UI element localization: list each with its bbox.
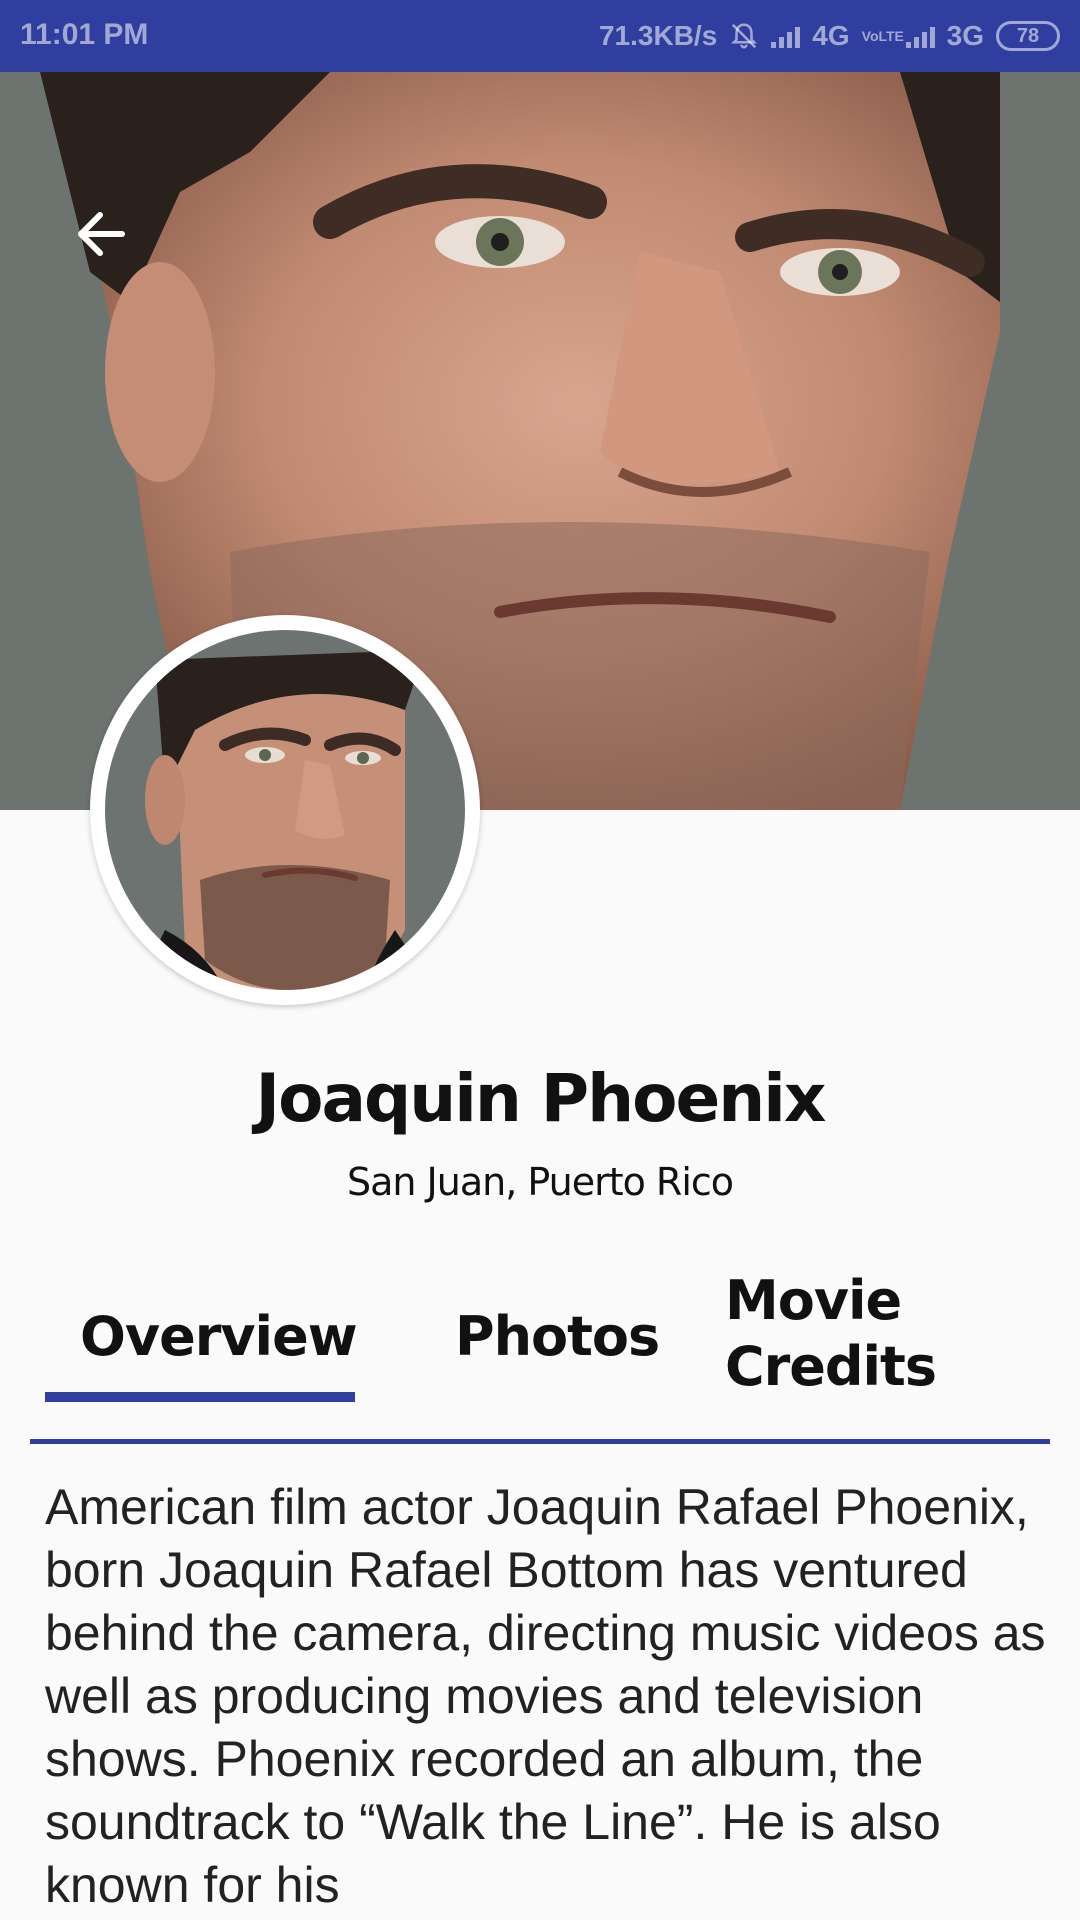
bell-muted-icon (731, 23, 758, 49)
tabs-divider (30, 1439, 1050, 1444)
status-indicators: 71.3KB/s 4G VoLTE 3G 78 (599, 16, 1060, 56)
tab-selected-indicator (45, 1392, 355, 1402)
network-type-1: 4G (812, 20, 850, 51)
place-of-birth: San Juan, Puerto Rico (346, 1160, 734, 1204)
person-name: Joaquin Phoenix (255, 1060, 827, 1137)
tab-overview[interactable]: Overview (80, 1304, 358, 1370)
overview-text: American film actor Joaquin Rafael Phoen… (45, 1479, 1046, 1913)
signal-icon (905, 24, 935, 48)
avatar-photo (105, 630, 465, 990)
network-type-2: 3G (946, 20, 984, 51)
battery-level: 78 (1016, 24, 1040, 47)
avatar (90, 615, 480, 1005)
tab-movie-credits[interactable]: Movie Credits (725, 1268, 965, 1400)
signal-icon (771, 24, 801, 48)
arrow-left-icon[interactable] (70, 202, 134, 266)
battery-icon: 78 (996, 21, 1060, 51)
status-time: 11:01 PM (20, 18, 149, 51)
tab-photos[interactable]: Photos (455, 1304, 660, 1370)
volte-label: VoLTE (861, 28, 904, 44)
network-speed: 71.3KB/s (598, 20, 718, 51)
status-bar: 11:01 PM 71.3KB/s 4G VoLTE 3G 78 (0, 0, 1080, 72)
